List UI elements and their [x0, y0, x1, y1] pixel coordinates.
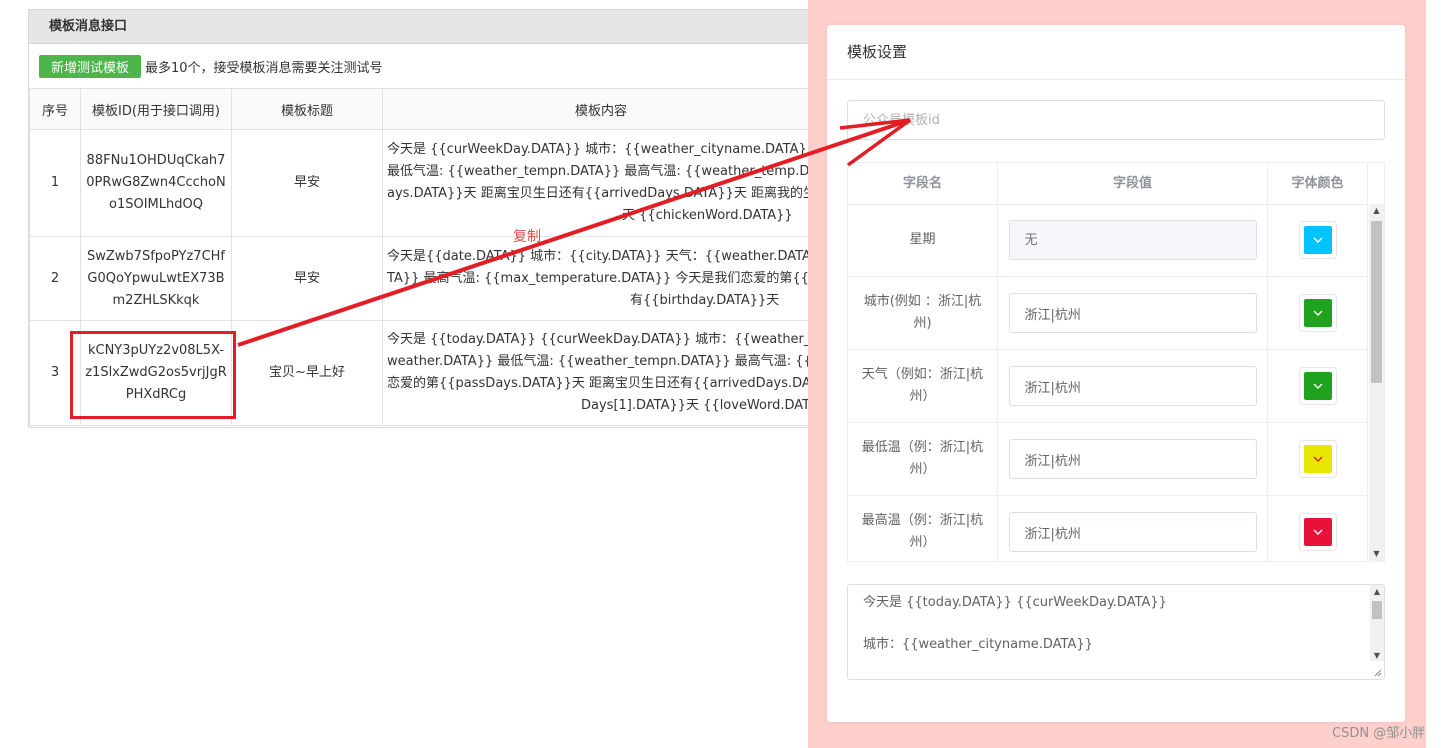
table-row: 2 SwZwb7SfpoPYz7CHfG0QoYpwuLwtEX73Bm2ZHL… [29, 236, 820, 321]
field-row: 天气（例如：浙江|杭州） [848, 350, 1368, 423]
color-picker[interactable] [1298, 221, 1337, 259]
chevron-down-icon [1313, 529, 1322, 535]
content-line: 天 {{chickenWord.DATA}} [622, 208, 793, 223]
panel-toolbar: 新增测试模板 最多10个，接受模板消息需要关注测试号 [29, 44, 819, 88]
row-no: 1 [29, 129, 81, 237]
scroll-up-icon[interactable]: ▲ [1369, 206, 1384, 216]
chevron-down-icon [1313, 456, 1322, 462]
add-test-template-button[interactable]: 新增测试模板 [39, 54, 142, 78]
color-picker[interactable] [1298, 440, 1337, 478]
content-line: ays.DATA}}天 距离宝贝生日还有{{arrivedDays.DATA}}… [387, 186, 820, 201]
column-header-no: 序号 [29, 88, 81, 130]
template-id-input[interactable] [847, 100, 1385, 140]
template-settings-dialog: 模板设置 字段名 字段值 字体颜色 星期 城市(例如 ：浙江|杭州) 天气（例如… [827, 25, 1405, 722]
content-line: 今天是 {{today.DATA}} {{curWeekDay.DATA}} 城… [387, 332, 820, 347]
field-row: 最高温（例：浙江|杭州） [848, 496, 1368, 561]
scrollbar-thumb[interactable] [1371, 221, 1382, 383]
chevron-down-icon [1313, 383, 1322, 389]
template-content-textarea[interactable]: 今天是 {{today.DATA}} {{curWeekDay.DATA}} 城… [847, 584, 1385, 680]
field-name: 天气（例如：浙江|杭州） [848, 350, 998, 422]
field-table: 字段名 字段值 字体颜色 星期 城市(例如 ：浙江|杭州) 天气（例如：浙江|杭… [847, 162, 1385, 562]
field-value-input[interactable] [1008, 293, 1257, 333]
field-table-scrollbar[interactable]: ▲ ▼ [1369, 204, 1384, 561]
template-content-cell: 今天是 {{today.DATA}} {{curWeekDay.DATA}} 城… [382, 320, 820, 426]
field-row: 最低温（例：浙江|杭州） [848, 423, 1368, 496]
chevron-down-icon [1313, 237, 1322, 243]
row-no: 3 [29, 320, 81, 426]
template-title-cell: 早安 [231, 129, 383, 237]
watermark: CSDN @邹小胖 [1332, 726, 1426, 741]
color-picker[interactable] [1298, 367, 1337, 405]
template-limit-tip: 最多10个，接受模板消息需要关注测试号 [145, 60, 383, 76]
field-value-input[interactable] [1008, 439, 1257, 479]
field-table-header: 字段名 字段值 字体颜色 [848, 163, 1384, 205]
header-field-value: 字段值 [998, 163, 1268, 204]
header-font-color: 字体颜色 [1268, 163, 1368, 204]
field-row: 城市(例如 ：浙江|杭州) [848, 277, 1368, 350]
field-value-input[interactable] [1008, 512, 1257, 552]
content-line: 有{{birthday.DATA}}天 [630, 292, 780, 308]
dialog-title: 模板设置 [827, 25, 1405, 80]
column-header-template-id: 模板ID(用于接口调用) [80, 88, 232, 130]
content-line: 最低气温: {{weather_tempn.DATA}} 最高气温: {{wea… [387, 164, 820, 179]
field-name: 城市(例如 ：浙江|杭州) [848, 277, 998, 349]
field-name: 最低温（例：浙江|杭州） [848, 423, 998, 495]
header-field-name: 字段名 [848, 163, 998, 204]
content-line: weather.DATA}} 最低气温: {{weather_tempn.DAT… [387, 354, 820, 369]
table-row: 3 kCNY3pUYz2v08L5X-z1SlxZwdG2os5vrjJgRPH… [29, 320, 820, 426]
column-header-template-title: 模板标题 [231, 88, 383, 130]
content-line: 今天是 {{curWeekDay.DATA}} 城市：{{weather_cit… [387, 142, 820, 157]
resize-handle-icon[interactable] [1374, 669, 1382, 677]
field-name: 星期 [848, 204, 998, 276]
chevron-down-icon [1313, 310, 1322, 316]
content-line: Days[1].DATA}}天 {{loveWord.DATA [581, 398, 818, 413]
field-row: 星期 [848, 204, 1368, 277]
field-name: 最高温（例：浙江|杭州） [848, 496, 998, 561]
content-line: 今天是 {{today.DATA}} {{curWeekDay.DATA}} [863, 595, 1167, 610]
field-value-input[interactable] [1008, 366, 1257, 406]
template-id-cell[interactable]: 88FNu1OHDUqCkah70PRwG8Zwn4CcchoNo1SOIMLh… [80, 129, 232, 237]
field-value-input[interactable] [1008, 220, 1257, 260]
copy-annotation-label: 复制 [513, 229, 541, 245]
textarea-scrollbar[interactable]: ▲ ▼ [1370, 585, 1384, 661]
color-picker[interactable] [1298, 294, 1337, 332]
column-header-template-content: 模板内容 [382, 88, 819, 130]
template-table: 序号 模板ID(用于接口调用) 模板标题 模板内容 1 88FNu1OHDUqC… [29, 88, 820, 426]
template-message-panel: 模板消息接口 新增测试模板 最多10个，接受模板消息需要关注测试号 序号 模板I… [28, 9, 820, 428]
scroll-up-icon[interactable]: ▲ [1370, 587, 1384, 597]
content-line: 今天是{{date.DATA}} 城市：{{city.DATA}} 天气：{{w… [387, 248, 820, 264]
template-id-cell[interactable]: kCNY3pUYz2v08L5X-z1SlxZwdG2os5vrjJgRPHXd… [80, 320, 232, 426]
panel-title: 模板消息接口 [29, 10, 819, 44]
scrollbar-thumb[interactable] [1372, 601, 1382, 619]
template-content-cell: 今天是 {{curWeekDay.DATA}} 城市：{{weather_cit… [382, 129, 820, 237]
template-content-cell: 今天是{{date.DATA}} 城市：{{city.DATA}} 天气：{{w… [382, 236, 820, 321]
content-line: 城市：{{weather_cityname.DATA}} [863, 637, 1093, 652]
color-picker[interactable] [1298, 513, 1337, 551]
row-no: 2 [29, 236, 81, 321]
content-line: 恋爱的第{{passDays.DATA}}天 距离宝贝生日还有{{arrived… [387, 376, 820, 391]
scroll-down-icon[interactable]: ▼ [1370, 651, 1384, 661]
content-line: TA}} 最高气温: {{max_temperature.DATA}} 今天是我… [387, 270, 820, 286]
scroll-down-icon[interactable]: ▼ [1369, 549, 1384, 559]
field-table-body: 星期 城市(例如 ：浙江|杭州) 天气（例如：浙江|杭州） 最低温（例：浙江|杭… [848, 204, 1368, 561]
template-id-cell[interactable]: SwZwb7SfpoPYz7CHfG0QoYpwuLwtEX73Bm2ZHLSK… [80, 236, 232, 321]
template-title-cell: 宝贝~早上好 [231, 320, 383, 426]
table-row: 1 88FNu1OHDUqCkah70PRwG8Zwn4CcchoNo1SOIM… [29, 129, 820, 237]
template-title-cell: 早安 [231, 236, 383, 321]
